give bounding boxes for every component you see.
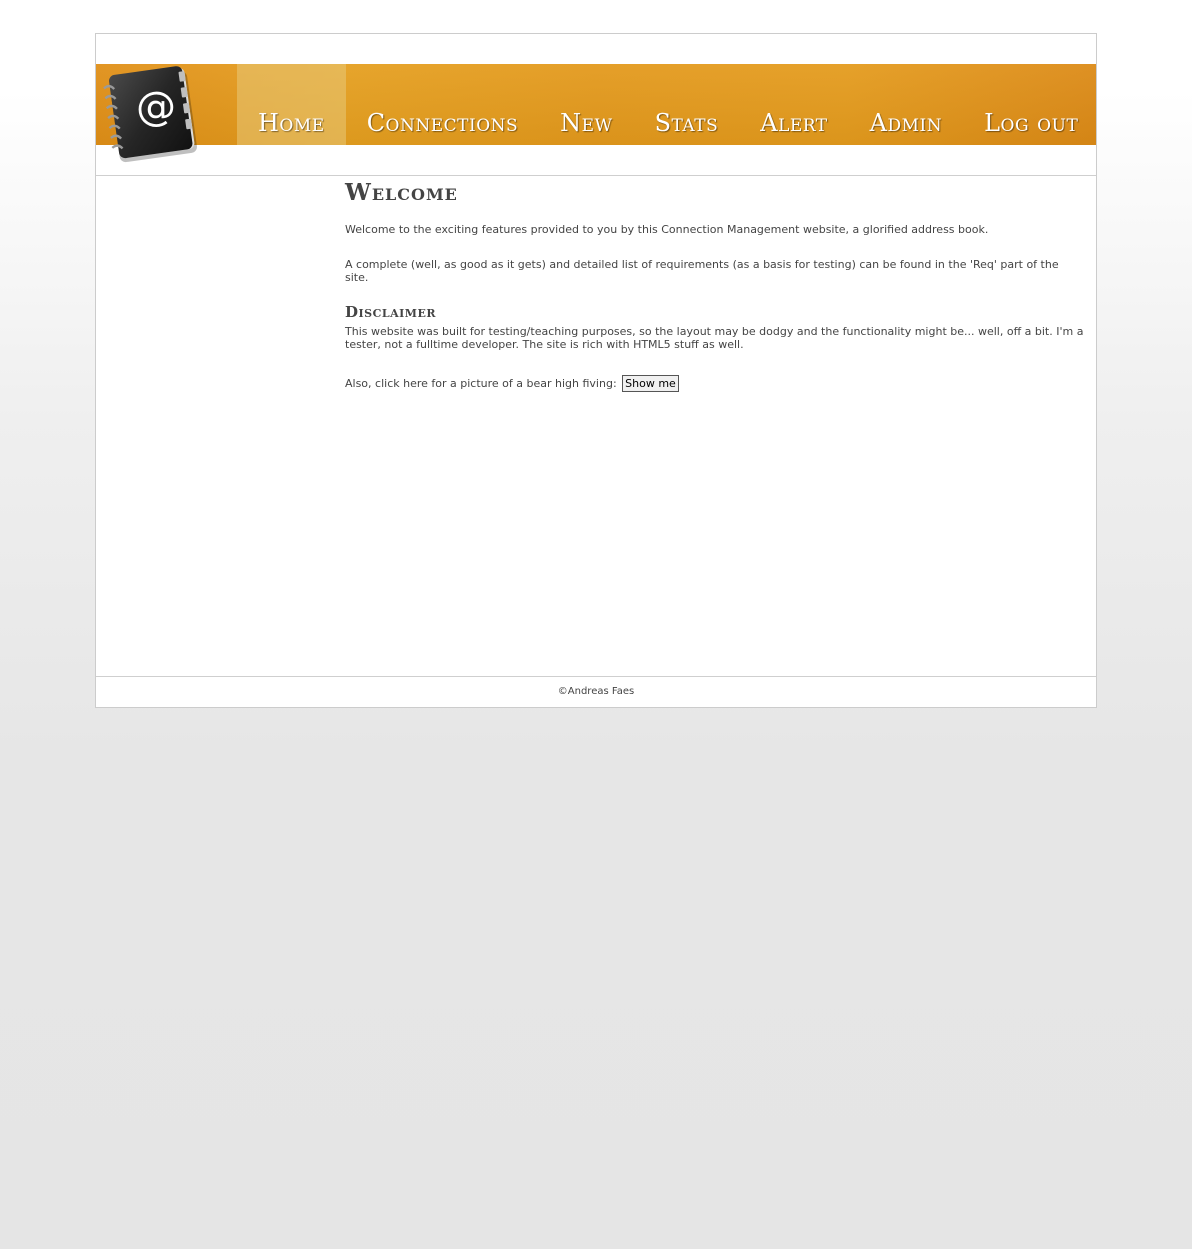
page-container: @ Home Connections New Stats Alert Admin… <box>95 33 1097 708</box>
nav-label: New <box>560 109 613 137</box>
disclaimer-paragraph: This website was built for testing/teach… <box>345 325 1084 351</box>
nav-item-stats[interactable]: Stats <box>634 64 740 145</box>
footer-copyright: ©Andreas Faes <box>557 686 635 697</box>
bear-paragraph: Also, click here for a picture of a bear… <box>345 375 1085 392</box>
page-title: Welcome <box>345 179 458 206</box>
intro-paragraph: Welcome to the exciting features provide… <box>345 223 989 236</box>
nav-item-new[interactable]: New <box>539 64 633 145</box>
nav-item-admin[interactable]: Admin <box>849 64 963 145</box>
main-nav: Home Connections New Stats Alert Admin L… <box>237 64 1099 145</box>
nav-label: Admin <box>869 109 943 137</box>
nav-label: Log out <box>984 109 1079 137</box>
bear-text: Also, click here for a picture of a bear… <box>345 377 617 390</box>
main-content: Welcome Welcome to the exciting features… <box>345 179 1085 414</box>
nav-label: Alert <box>760 109 828 137</box>
address-book-logo-icon: @ <box>100 62 204 166</box>
requirements-paragraph: A complete (well, as good as it gets) an… <box>345 258 1059 284</box>
nav-label: Stats <box>654 109 719 137</box>
svg-text:@: @ <box>136 84 176 130</box>
nav-item-logout[interactable]: Log out <box>963 64 1099 145</box>
nav-label: Home <box>258 109 325 137</box>
footer-divider <box>96 676 1096 677</box>
nav-item-home[interactable]: Home <box>237 64 346 145</box>
show-me-button[interactable]: Show me <box>622 375 679 392</box>
nav-item-alert[interactable]: Alert <box>739 64 848 145</box>
nav-item-connections[interactable]: Connections <box>346 64 539 145</box>
nav-label: Connections <box>366 109 519 137</box>
header-divider <box>96 175 1096 176</box>
disclaimer-heading: Disclaimer <box>345 303 436 321</box>
